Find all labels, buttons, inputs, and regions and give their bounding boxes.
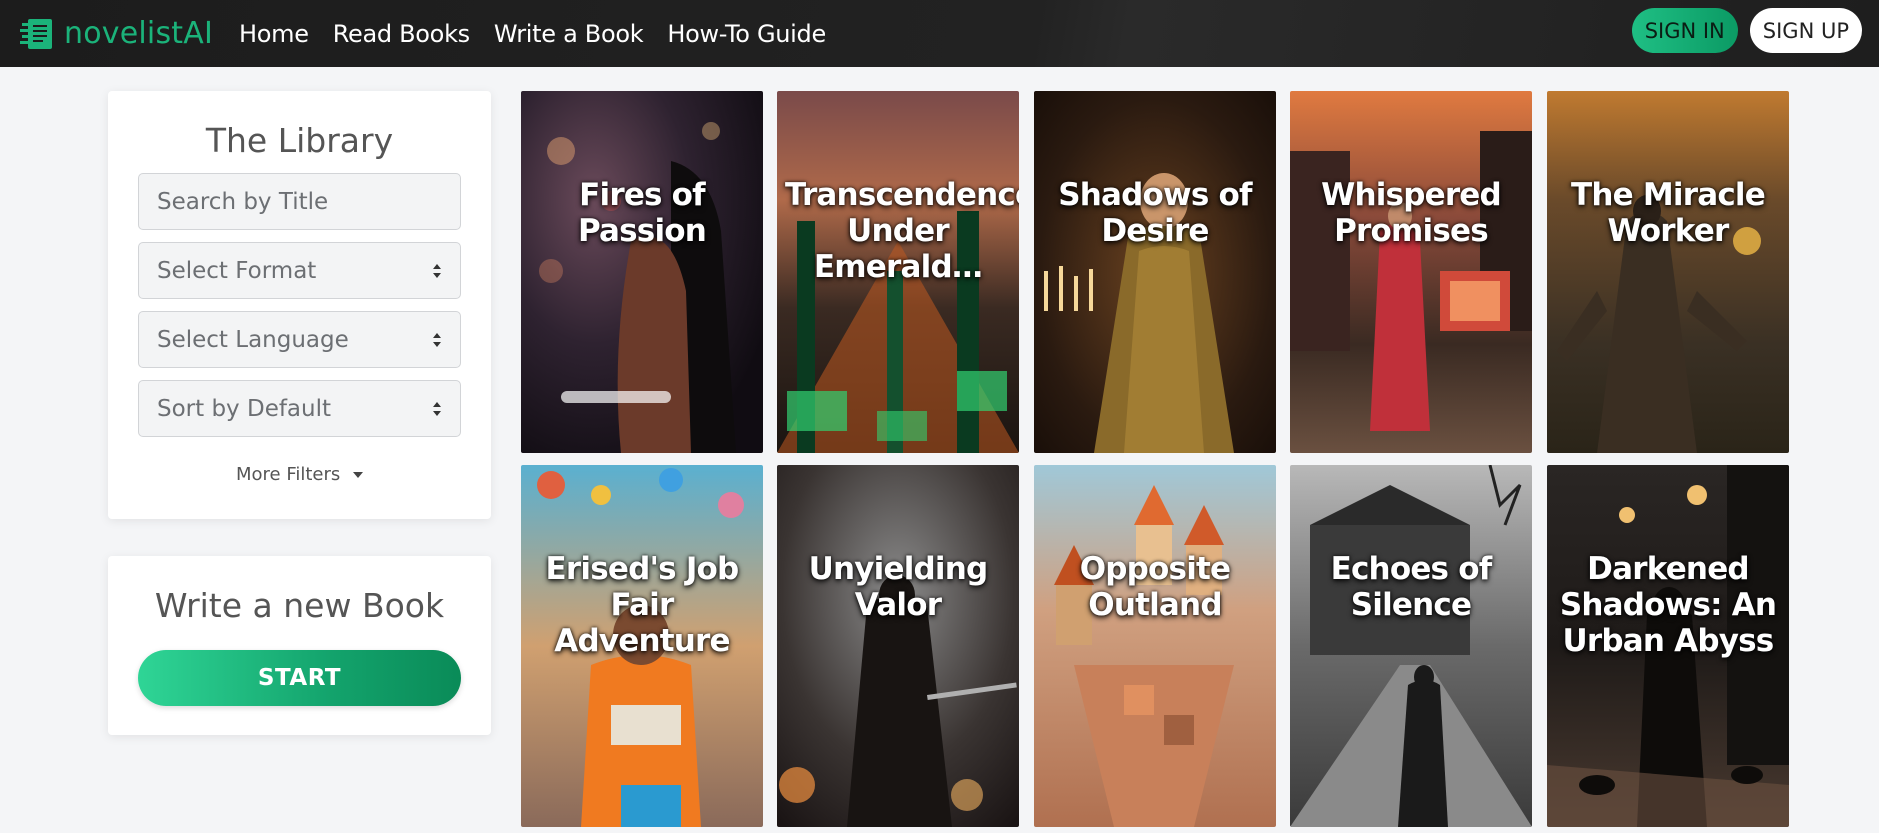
book-card[interactable]: Opposite Outland — [1034, 465, 1276, 827]
nav-home[interactable]: Home — [239, 20, 309, 48]
book-title: Opposite Outland — [1079, 551, 1231, 623]
sign-up-button[interactable]: SIGN UP — [1749, 8, 1862, 53]
book-card[interactable]: The Miracle Worker — [1547, 91, 1789, 453]
book-title: Erised's Job Fair Adventure — [545, 551, 740, 659]
sort-caret-icon — [433, 402, 441, 416]
search-input[interactable]: Search by Title — [138, 173, 461, 230]
language-select[interactable]: Select Language — [138, 311, 461, 368]
book-logo-icon — [20, 18, 52, 49]
book-cover-image — [777, 465, 1019, 827]
book-card[interactable]: Fires of Passion — [521, 91, 763, 453]
book-card[interactable]: Echoes of Silence — [1290, 465, 1532, 827]
book-cover-image — [1034, 91, 1276, 453]
book-title: The Miracle Worker — [1571, 177, 1766, 249]
nav-how-to-guide[interactable]: How-To Guide — [667, 20, 826, 48]
book-cover-image — [1034, 465, 1276, 827]
book-title: Transcendence: Under Emerald… — [785, 177, 1019, 285]
library-filter-card: The Library Search by Title Select Forma… — [108, 91, 491, 519]
sign-in-button[interactable]: SIGN IN — [1631, 8, 1738, 53]
book-title: Echoes of Silence — [1330, 551, 1493, 623]
book-card[interactable]: Unyielding Valor — [777, 465, 1019, 827]
brand-logo[interactable]: novelistAI — [18, 15, 213, 53]
book-title: Whispered Promises — [1321, 177, 1502, 249]
more-filters-toggle[interactable]: More Filters — [108, 464, 491, 485]
start-button[interactable]: START — [138, 650, 461, 706]
book-cover-image — [521, 91, 763, 453]
sort-select[interactable]: Sort by Default — [138, 380, 461, 437]
nav-read-books[interactable]: Read Books — [333, 20, 470, 48]
book-card[interactable]: Erised's Job Fair Adventure — [521, 465, 763, 827]
format-select-label: Select Format — [157, 257, 317, 284]
book-cover-image — [1547, 91, 1789, 453]
book-cover-image — [1290, 465, 1532, 827]
sort-caret-icon — [433, 333, 441, 347]
book-card[interactable]: Shadows of Desire — [1034, 91, 1276, 453]
nav-write-a-book[interactable]: Write a Book — [494, 20, 644, 48]
sort-caret-icon — [433, 264, 441, 278]
top-navbar: novelistAI Home Read Books Write a Book … — [0, 0, 1879, 67]
book-title: Shadows of Desire — [1058, 177, 1252, 249]
book-cover-image — [1290, 91, 1532, 453]
more-filters-label: More Filters — [235, 464, 341, 485]
write-new-book-card: Write a new Book START — [108, 556, 491, 735]
format-select[interactable]: Select Format — [138, 242, 461, 299]
book-title: Fires of Passion — [577, 177, 707, 249]
nav-links: Home Read Books Write a Book How-To Guid… — [239, 20, 826, 48]
language-select-label: Select Language — [157, 326, 349, 353]
book-card[interactable]: Transcendence: Under Emerald… — [777, 91, 1019, 453]
book-title: Unyielding Valor — [808, 551, 989, 623]
book-title: Darkened Shadows: An Urban Abyss — [1559, 551, 1777, 659]
brand-name: novelistAI — [64, 16, 214, 51]
library-title: The Library — [205, 121, 394, 160]
write-title: Write a new Book — [154, 586, 445, 625]
book-card[interactable]: Darkened Shadows: An Urban Abyss — [1547, 465, 1789, 827]
auth-buttons: SIGN IN SIGN UP — [1631, 8, 1862, 53]
book-card[interactable]: Whispered Promises — [1290, 91, 1532, 453]
chevron-down-icon — [353, 472, 364, 478]
sort-select-label: Sort by Default — [157, 395, 332, 422]
